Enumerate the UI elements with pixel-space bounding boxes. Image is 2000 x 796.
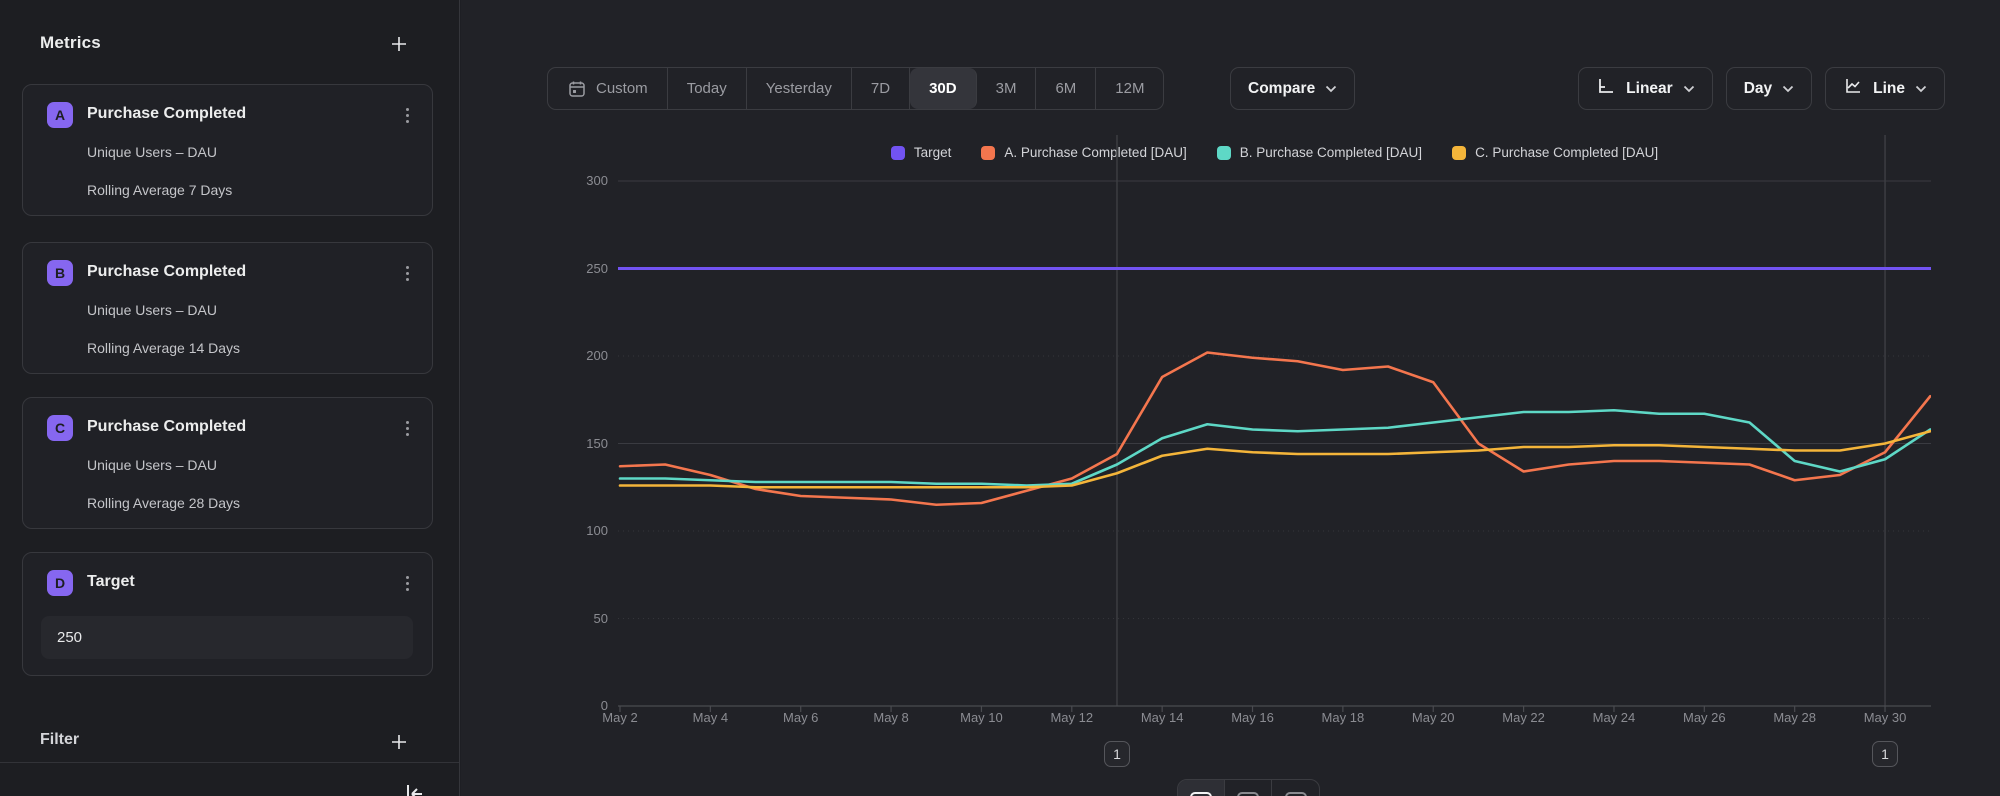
kebab-menu-icon[interactable] <box>396 416 418 440</box>
x-axis-tick-label: May 10 <box>941 710 1021 725</box>
date-range-label: 6M <box>1055 80 1076 97</box>
date-range-6m[interactable]: 6M <box>1036 68 1096 109</box>
date-range-label: Yesterday <box>766 80 832 97</box>
metric-card-c[interactable]: C Purchase Completed Unique Users – DAU … <box>22 397 433 529</box>
y-axis-tick-label: 300 <box>548 173 608 188</box>
chevron-down-icon <box>1325 80 1337 98</box>
x-axis-tick-label: May 18 <box>1303 710 1383 725</box>
kebab-menu-icon[interactable] <box>396 261 418 285</box>
metric-measure: Unique Users – DAU <box>87 457 217 473</box>
metric-rolling-average: Rolling Average 14 Days <box>87 340 240 356</box>
metric-badge-d: D <box>47 570 73 596</box>
chart-display-toggle <box>1177 779 1320 796</box>
collapse-sidebar-button[interactable] <box>400 781 430 796</box>
chevron-down-icon <box>1683 80 1695 98</box>
date-range-30d[interactable]: 30D <box>910 68 977 109</box>
plus-icon <box>389 34 409 54</box>
date-range-12m[interactable]: 12M <box>1096 68 1163 109</box>
display-toggle-option-1[interactable] <box>1178 780 1225 796</box>
panel-size-icon <box>1190 792 1212 796</box>
metric-title: Purchase Completed <box>87 105 246 123</box>
date-range-label: Custom <box>596 80 648 97</box>
annotation-badge[interactable]: 1 <box>1872 741 1898 767</box>
date-range-custom[interactable]: Custom <box>548 68 668 109</box>
series-line <box>620 431 1930 487</box>
date-range-today[interactable]: Today <box>668 68 747 109</box>
compare-button[interactable]: Compare <box>1230 67 1355 110</box>
sidebar-divider <box>0 762 459 763</box>
metric-title: Purchase Completed <box>87 418 246 436</box>
kebab-menu-icon[interactable] <box>396 571 418 595</box>
interval-label: Day <box>1744 80 1772 98</box>
date-range-label: 7D <box>871 80 890 97</box>
y-axis-tick-label: 100 <box>548 523 608 538</box>
scale-label: Linear <box>1626 80 1673 98</box>
metric-measure: Unique Users – DAU <box>87 302 217 318</box>
metric-badge-c: C <box>47 415 73 441</box>
x-axis-tick-label: May 28 <box>1755 710 1835 725</box>
x-axis-tick-label: May 24 <box>1574 710 1654 725</box>
x-axis-tick-label: May 6 <box>761 710 841 725</box>
display-toggle-option-2[interactable] <box>1225 780 1272 796</box>
date-range-control: Custom Today Yesterday 7D 30D 3M 6M 12M <box>547 67 1164 110</box>
date-range-7d[interactable]: 7D <box>852 68 910 109</box>
metrics-sidebar: Metrics A Purchase Completed Unique User… <box>0 0 460 796</box>
metric-card-target[interactable]: D Target <box>22 552 433 676</box>
date-range-label: 3M <box>996 80 1017 97</box>
add-metric-button[interactable] <box>386 31 412 57</box>
x-axis-tick-label: May 26 <box>1664 710 1744 725</box>
x-axis-tick-label: May 4 <box>670 710 750 725</box>
metric-title: Purchase Completed <box>87 263 246 281</box>
panel-size-icon <box>1237 792 1259 796</box>
chart-panel: Custom Today Yesterday 7D 30D 3M 6M 12M Compare… <box>461 0 2000 796</box>
y-axis-tick-label: 250 <box>548 261 608 276</box>
x-axis-tick-label: May 8 <box>851 710 931 725</box>
x-axis-tick-label: May 16 <box>1213 710 1293 725</box>
metric-badge-b: B <box>47 260 73 286</box>
display-toggle-option-3[interactable] <box>1272 780 1319 796</box>
chart-type-label: Line <box>1873 80 1905 98</box>
chart-type-button[interactable]: Line <box>1825 67 1945 110</box>
metric-badge-a: A <box>47 102 73 128</box>
target-value-input[interactable] <box>41 616 413 659</box>
y-axis-tick-label: 50 <box>548 611 608 626</box>
metric-rolling-average: Rolling Average 7 Days <box>87 182 232 198</box>
linear-axis-icon <box>1596 76 1616 101</box>
metric-card-a[interactable]: A Purchase Completed Unique Users – DAU … <box>22 84 433 216</box>
filter-header: Filter <box>40 731 79 749</box>
x-axis-tick-label: May 30 <box>1845 710 1925 725</box>
annotation-badge[interactable]: 1 <box>1104 741 1130 767</box>
calendar-icon <box>567 79 587 99</box>
panel-size-icon <box>1285 792 1307 796</box>
x-axis-tick-label: May 14 <box>1122 710 1202 725</box>
chevron-down-icon <box>1782 80 1794 98</box>
interval-button[interactable]: Day <box>1726 67 1812 110</box>
scale-button[interactable]: Linear <box>1578 67 1713 110</box>
date-range-label: 30D <box>929 80 957 97</box>
date-range-label: Today <box>687 80 727 97</box>
date-range-label: 12M <box>1115 80 1144 97</box>
add-filter-button[interactable] <box>386 729 412 755</box>
x-axis-tick-label: May 2 <box>580 710 660 725</box>
metric-card-b[interactable]: B Purchase Completed Unique Users – DAU … <box>22 242 433 374</box>
line-chart-plot[interactable] <box>618 135 1931 715</box>
compare-label: Compare <box>1248 80 1315 98</box>
kebab-menu-icon[interactable] <box>396 103 418 127</box>
date-range-3m[interactable]: 3M <box>977 68 1037 109</box>
metric-title: Target <box>87 573 135 591</box>
metric-measure: Unique Users – DAU <box>87 144 217 160</box>
plus-icon <box>389 732 409 752</box>
chevron-down-icon <box>1915 80 1927 98</box>
metrics-header: Metrics <box>40 33 101 53</box>
x-axis-tick-label: May 12 <box>1032 710 1112 725</box>
y-axis-tick-label: 200 <box>548 348 608 363</box>
metric-rolling-average: Rolling Average 28 Days <box>87 495 240 511</box>
date-range-yesterday[interactable]: Yesterday <box>747 68 852 109</box>
x-axis-tick-label: May 22 <box>1484 710 1564 725</box>
line-chart-icon <box>1843 76 1863 101</box>
x-axis-tick-label: May 20 <box>1393 710 1473 725</box>
y-axis-tick-label: 150 <box>548 436 608 451</box>
